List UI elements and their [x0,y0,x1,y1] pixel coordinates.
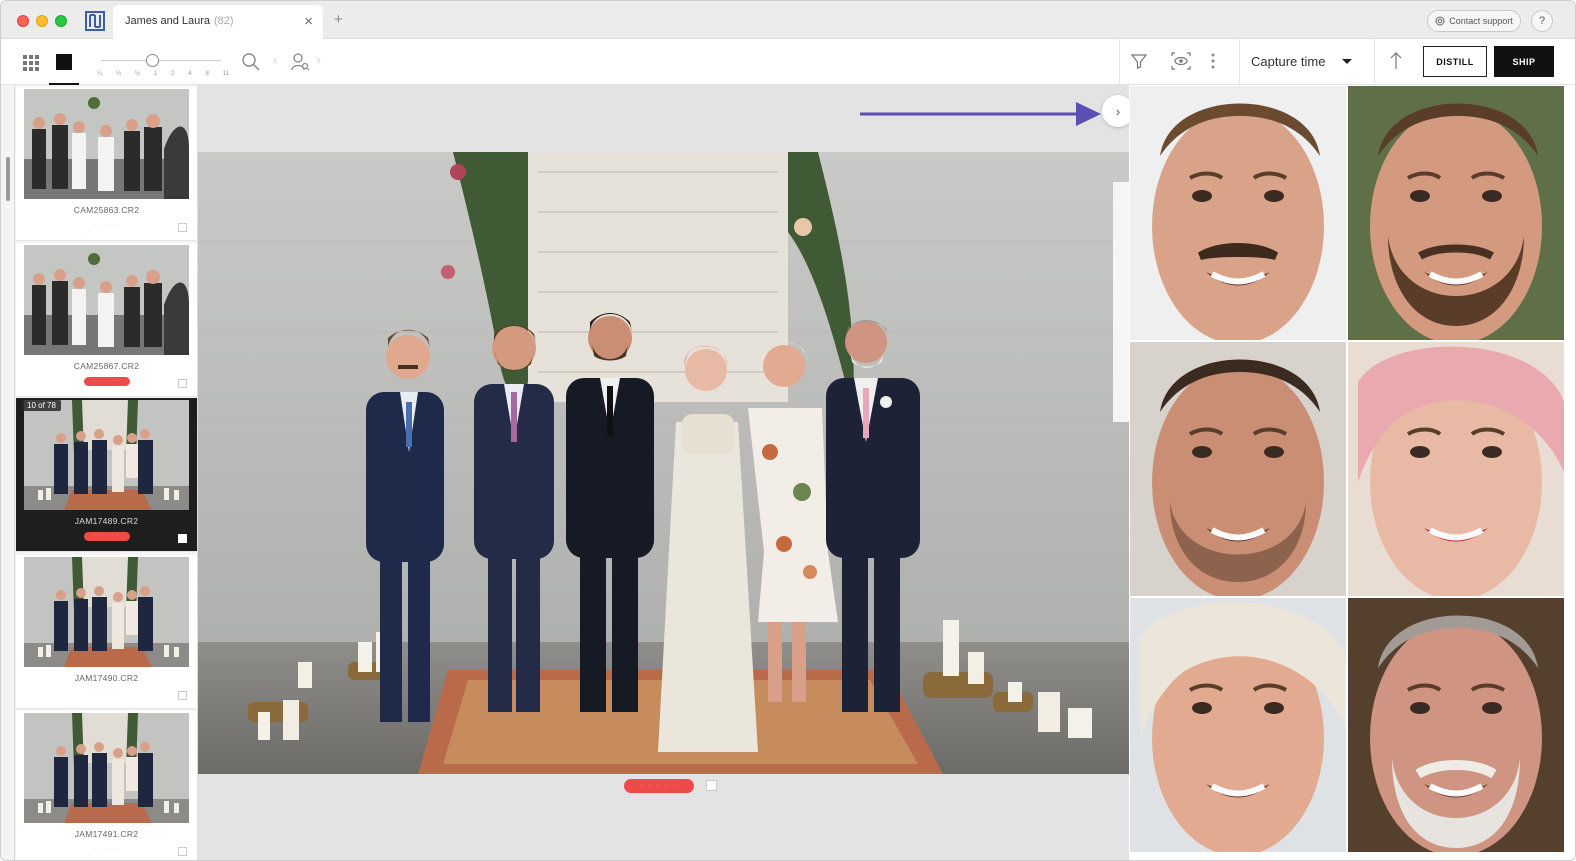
close-window-button[interactable] [17,15,29,27]
filmstrip-rating[interactable]: · · · · · [84,221,130,230]
face-tile-older-man-white-beard[interactable] [1348,598,1564,852]
filmstrip-checkbox[interactable] [178,847,187,856]
toolbar-divider [1374,39,1375,85]
face-tile-man-stubble[interactable] [1130,342,1346,596]
toolbar: ¼ ⅓ ½ 1 2 4 8 11 ‹ › Capture time DISTIL… [1,39,1575,85]
filmstrip-item[interactable]: CAM25863.CR2 · · · · · [16,87,197,241]
zoom-label: 1 [153,71,158,77]
filmstrip-item[interactable]: CAM25867.CR2 · · · · · [16,243,197,397]
title-bar: James and Laura (82) × + Contact support … [1,1,1575,39]
face-tile-man-beard[interactable] [1348,86,1564,340]
annotation-arrow [860,102,1101,126]
help-button[interactable]: ? [1531,10,1553,32]
zoom-slider-track[interactable] [101,60,221,61]
app-window: James and Laura (82) × + Contact support … [0,0,1576,861]
filter-icon[interactable] [1130,52,1148,70]
filmstrip-item[interactable]: JAM17491.CR2 · · · · · [16,711,197,860]
zoom-label: 4 [188,71,192,77]
search-icon[interactable] [241,52,261,72]
lifebuoy-icon [1435,16,1445,26]
toolbar-divider [1239,39,1240,85]
app-logo-icon [85,11,105,31]
zoom-label: ⅓ [115,71,121,77]
filmstrip-filename: JAM17491.CR2 [74,829,139,839]
tab-close-icon[interactable]: × [304,12,313,32]
filmstrip-filename: JAM17490.CR2 [74,673,139,683]
ship-button[interactable]: SHIP [1494,46,1554,77]
filmstrip: CAM25863.CR2 · · · · · CAM25867.CR2 · · · ·… [1,85,198,860]
filmstrip-rating[interactable]: · · · · · [84,377,130,386]
tab-project[interactable]: James and Laura (82) × [113,5,323,39]
filmstrip-divider [14,85,15,860]
filmstrip-filename: JAM17489.CR2 [74,516,139,526]
filmstrip-scrollbar[interactable] [6,157,10,201]
chevron-right-icon: › [1115,103,1121,119]
chevron-down-icon[interactable] [1342,59,1352,64]
face-detect-icon[interactable] [1171,52,1191,70]
filmstrip-item[interactable]: 10 of 78 JAM17489.CR2 · · · · · [16,398,197,552]
zoom-label: 2 [171,71,175,77]
faces-panel [1129,85,1575,860]
filmstrip-thumbnail[interactable] [24,245,189,355]
position-badge: 10 of 78 [22,400,61,411]
filmstrip-rating[interactable]: · · · · · [84,845,130,854]
toolbar-divider [1119,39,1120,85]
pick-checkbox[interactable] [706,780,717,791]
filmstrip-checkbox[interactable] [178,534,187,543]
main-photo[interactable] [198,152,1129,774]
face-tile-woman-blonde[interactable] [1130,598,1346,852]
sort-dropdown[interactable]: Capture time [1251,54,1325,69]
filmstrip-filename: CAM25863.CR2 [73,205,140,215]
distill-button[interactable]: DISTILL [1423,46,1487,77]
filmstrip-checkbox[interactable] [178,691,187,700]
filmstrip-filename: CAM25867.CR2 [73,361,140,371]
filmstrip-item[interactable]: JAM17490.CR2 · · · · · [16,555,197,709]
face-tile-man-mustache[interactable] [1130,86,1346,340]
minimize-window-button[interactable] [36,15,48,27]
contact-support-label: Contact support [1449,16,1513,26]
face-search-icon[interactable] [290,52,310,72]
filmstrip-thumbnail[interactable] [24,89,189,199]
more-options-icon[interactable] [1210,51,1216,71]
zoom-window-button[interactable] [55,15,67,27]
filmstrip-rating[interactable]: · · · · · [84,532,130,541]
zoom-label: 8 [205,71,209,77]
filmstrip-thumbnail[interactable] [24,713,189,823]
grid-view-icon[interactable] [23,55,39,71]
previous-face-icon[interactable]: ‹ [273,53,277,67]
zoom-label: ¼ [97,71,103,77]
zoom-label: ½ [134,71,140,77]
single-view-icon[interactable] [56,54,72,70]
filmstrip-rating[interactable]: · · · · · [84,689,130,698]
contact-support-button[interactable]: Contact support [1427,10,1521,32]
zoom-label: 11 [222,71,229,77]
filmstrip-thumbnail[interactable] [24,400,189,510]
rating-stars[interactable]: · · · · · [624,779,694,793]
photo-viewer: › · · · · · [198,85,1134,860]
new-tab-button[interactable]: + [334,11,343,28]
filmstrip-checkbox[interactable] [178,379,187,388]
filmstrip-checkbox[interactable] [178,223,187,232]
zoom-level-labels: ¼ ⅓ ½ 1 2 4 8 11 [97,71,229,77]
tab-title-text: James and Laura [125,15,210,27]
filmstrip-thumbnail[interactable] [24,557,189,667]
zoom-slider-handle[interactable] [146,54,159,67]
face-tile-woman-pink-hair[interactable] [1348,342,1564,596]
upload-arrow-icon[interactable] [1388,51,1404,71]
next-face-icon[interactable]: › [317,53,321,67]
tab-title: James and Laura (82) [125,15,234,27]
tab-photo-count: (82) [214,15,234,27]
